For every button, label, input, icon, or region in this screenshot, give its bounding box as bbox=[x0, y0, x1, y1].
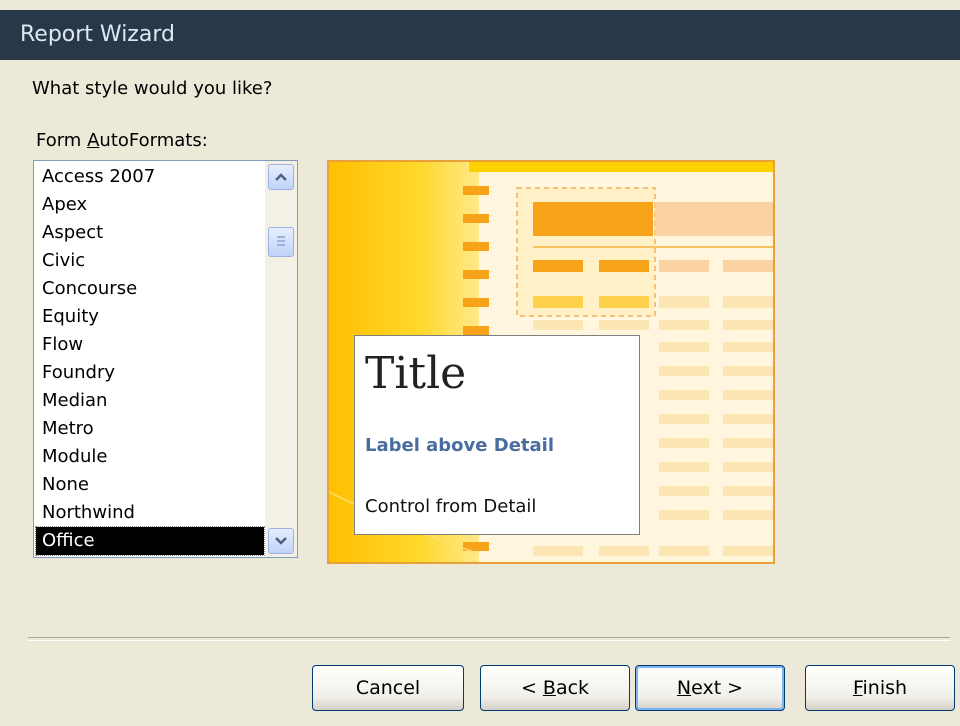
chevron-up-icon bbox=[275, 173, 287, 181]
scroll-thumb[interactable] bbox=[268, 227, 294, 257]
autoformats-label: Form AutoFormats: bbox=[36, 130, 208, 151]
finish-button[interactable]: Finish bbox=[805, 665, 955, 711]
preview-title: Title bbox=[365, 348, 467, 399]
preview-title-card: Title Label above Detail Control from De… bbox=[354, 335, 640, 535]
list-item[interactable]: Module bbox=[36, 443, 264, 471]
list-item[interactable]: Civic bbox=[36, 247, 264, 275]
list-item[interactable]: Apex bbox=[36, 191, 264, 219]
back-button[interactable]: < Back bbox=[480, 665, 630, 711]
autoformats-list: Access 2007 Apex Aspect Civic Concourse … bbox=[35, 163, 265, 556]
list-item[interactable]: Foundry bbox=[36, 359, 264, 387]
grip-icon bbox=[277, 236, 285, 246]
window-title: Report Wizard bbox=[20, 22, 175, 47]
divider bbox=[28, 637, 950, 641]
list-item-selected[interactable]: Office bbox=[35, 526, 265, 556]
preview-label: Label above Detail bbox=[365, 435, 554, 456]
list-item[interactable]: Equity bbox=[36, 303, 264, 331]
cancel-button[interactable]: Cancel bbox=[312, 665, 464, 711]
window-title-bar: Report Wizard bbox=[0, 10, 960, 60]
list-item[interactable]: Concourse bbox=[36, 275, 264, 303]
preview-control: Control from Detail bbox=[365, 496, 537, 517]
list-item[interactable]: Northwind bbox=[36, 499, 264, 527]
autoformats-scrollbar[interactable] bbox=[265, 161, 297, 557]
scroll-down-button[interactable] bbox=[268, 528, 294, 554]
chevron-down-icon bbox=[275, 537, 287, 545]
next-button[interactable]: Next > bbox=[635, 665, 785, 711]
list-item[interactable]: Median bbox=[36, 387, 264, 415]
scroll-up-button[interactable] bbox=[268, 164, 294, 190]
style-question: What style would you like? bbox=[32, 78, 273, 99]
list-item[interactable]: Flow bbox=[36, 331, 264, 359]
list-item[interactable]: None bbox=[36, 471, 264, 499]
list-item[interactable]: Metro bbox=[36, 415, 264, 443]
list-item[interactable]: Access 2007 bbox=[36, 163, 264, 191]
autoformats-listbox[interactable]: Access 2007 Apex Aspect Civic Concourse … bbox=[33, 160, 298, 558]
list-item[interactable]: Aspect bbox=[36, 219, 264, 247]
